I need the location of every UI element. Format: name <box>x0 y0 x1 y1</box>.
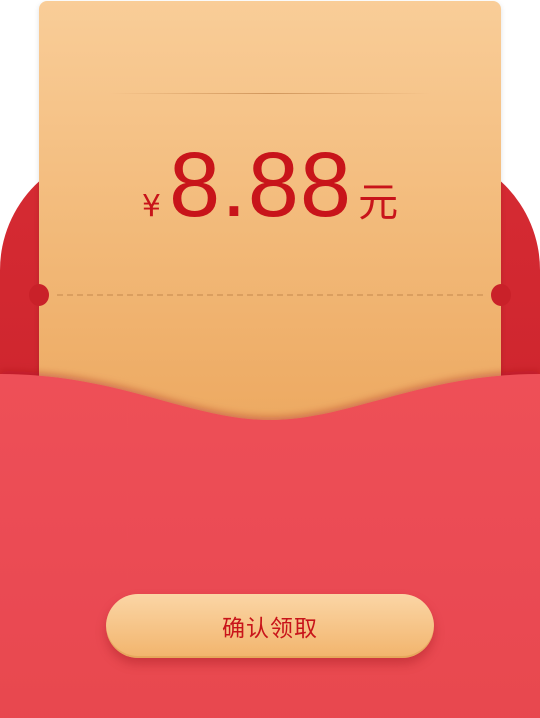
perforation-line <box>57 294 483 296</box>
confirm-claim-label: 确认领取 <box>222 616 318 642</box>
left-notch <box>29 284 49 306</box>
right-notch <box>491 284 511 306</box>
coupon-top-divider <box>109 93 431 94</box>
currency-symbol: ¥ <box>141 189 162 224</box>
coupon-amount-row: ¥ 8.88 元 <box>39 139 501 235</box>
amount-unit: 元 <box>358 180 399 226</box>
confirm-claim-button[interactable]: 确认领取 <box>106 594 434 658</box>
red-envelope-dialog: ¥ 8.88 元 确认领取 <box>0 0 540 718</box>
envelope-pocket <box>0 360 540 718</box>
envelope-pocket-shape <box>0 374 540 718</box>
coupon-amount: 8.88 <box>169 134 353 236</box>
